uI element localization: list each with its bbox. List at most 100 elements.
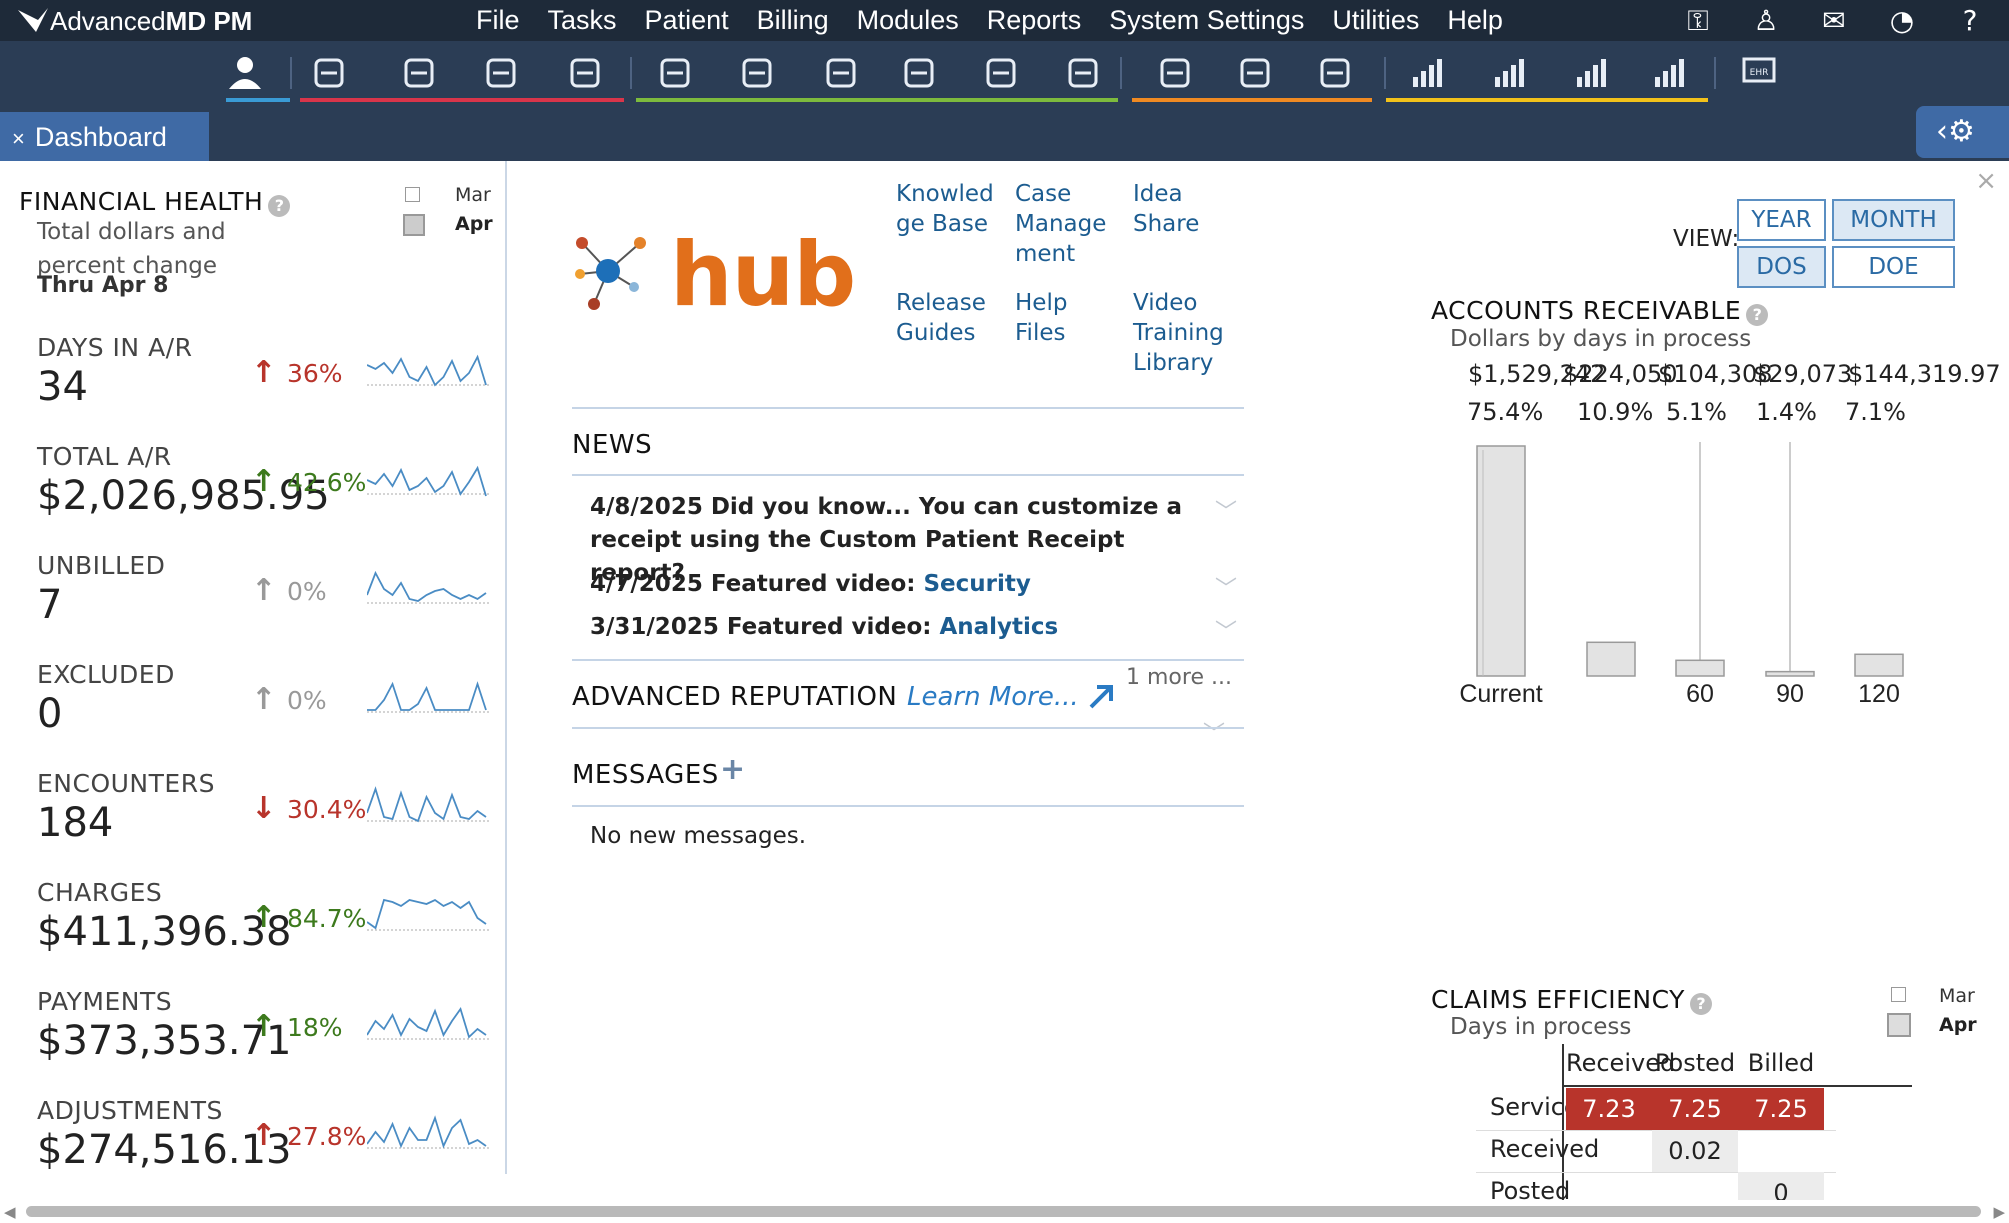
ehr-icon[interactable]: EHR: [1730, 49, 1788, 97]
bar-chart-icon[interactable]: [1398, 49, 1456, 97]
stamp-due-icon[interactable]: [1306, 49, 1364, 97]
metric-days-in-a-r[interactable]: DAYS IN A/R 34 ↑ 36%: [37, 333, 497, 441]
messages-title: MESSAGES: [572, 760, 719, 790]
chart-gear-icon[interactable]: [1640, 49, 1698, 97]
alarm-icon[interactable]: [390, 49, 448, 97]
menu-system-settings[interactable]: System Settings: [1109, 5, 1304, 36]
menu-help[interactable]: Help: [1447, 5, 1503, 36]
chevron-down-icon[interactable]: ﹀: [1215, 494, 1237, 526]
menu-utilities[interactable]: Utilities: [1332, 5, 1419, 36]
key-icon[interactable]: ⚿: [1679, 4, 1717, 38]
metric-unbilled[interactable]: UNBILLED 7 ↑ 0%: [37, 551, 497, 659]
close-icon[interactable]: ×: [1975, 166, 1997, 196]
claims-cell[interactable]: [1566, 1172, 1652, 1200]
mail-icon[interactable]: ✉: [1815, 4, 1853, 38]
arrow-up-icon: ↑: [251, 573, 277, 608]
menu-modules[interactable]: Modules: [857, 5, 959, 36]
hub-link-knowledge-base[interactable]: Knowled ge Base: [896, 179, 996, 239]
news-item[interactable]: 4/7/2025 Featured video: Security: [590, 568, 1210, 601]
legend-mar-swatch: [405, 187, 420, 202]
upload-dollar-icon[interactable]: [812, 49, 870, 97]
search-report-icon[interactable]: [1226, 49, 1284, 97]
arrow-up-icon: ↑: [251, 464, 277, 499]
menu-tasks[interactable]: Tasks: [548, 5, 617, 36]
hub-link-release-guides[interactable]: Release Guides: [896, 288, 996, 348]
view-month-button[interactable]: MONTH: [1832, 199, 1955, 241]
chart-pin-icon[interactable]: [1480, 49, 1538, 97]
toolbar-separator: [1714, 57, 1716, 89]
help-icon[interactable]: ?: [268, 194, 291, 217]
download-dollar-icon[interactable]: [890, 49, 948, 97]
hub-link-help-files[interactable]: Help Files: [1015, 288, 1115, 348]
user-icon[interactable]: ♙: [1747, 4, 1785, 38]
claims-cell[interactable]: [1652, 1172, 1738, 1200]
calendar-icon[interactable]: [300, 49, 358, 97]
user-check-icon[interactable]: [472, 49, 530, 97]
scroll-right-icon[interactable]: ▶: [1993, 1203, 2005, 1221]
claims-cell[interactable]: [1566, 1130, 1652, 1172]
ar-bar[interactable]: [1675, 659, 1725, 677]
metric-charges[interactable]: CHARGES $411,396.38 ↑ 84.7%: [37, 878, 497, 986]
menu-patient[interactable]: Patient: [645, 5, 729, 36]
claims-cell[interactable]: 7.23: [1566, 1088, 1652, 1130]
sign-icon[interactable]: [1146, 49, 1204, 97]
metric-excluded[interactable]: EXCLUDED 0 ↑ 0%: [37, 660, 497, 768]
claims-cell[interactable]: 0: [1738, 1172, 1824, 1200]
claims-cell[interactable]: 7.25: [1652, 1088, 1738, 1130]
tab-close-icon[interactable]: ×: [12, 126, 25, 151]
help-icon[interactable]: ?: [1689, 992, 1712, 1015]
ar-bar[interactable]: [1476, 445, 1526, 677]
horizontal-scrollbar[interactable]: ◀ ▶: [0, 1200, 2009, 1223]
news-item[interactable]: 3/31/2025 Featured video: Analytics: [590, 611, 1210, 644]
doc-search-icon[interactable]: [1054, 49, 1112, 97]
ar-subtitle: Dollars by days in process: [1450, 326, 1752, 352]
ar-bar[interactable]: [1765, 670, 1815, 677]
claims-cell[interactable]: 7.25: [1738, 1088, 1824, 1130]
view-doe-button[interactable]: DOE: [1832, 246, 1955, 288]
menu-file[interactable]: File: [476, 5, 520, 36]
scroll-left-icon[interactable]: ◀: [4, 1203, 16, 1221]
view-dos-button[interactable]: DOS: [1737, 246, 1826, 288]
news-link-analytics[interactable]: Analytics: [939, 614, 1058, 640]
chevron-down-icon[interactable]: ﹀: [1215, 571, 1237, 603]
help-icon[interactable]: ?: [1951, 4, 1989, 38]
ar-bar-chart: Current 60 90 120: [1459, 442, 1904, 708]
metric-payments[interactable]: PAYMENTS $373,353.71 ↑ 18%: [37, 987, 497, 1095]
metric-adjustments[interactable]: ADJUSTMENTS $274,516.13 ↑ 27.8%: [37, 1096, 497, 1204]
hub-link-case-management[interactable]: Case Manage ment: [1015, 179, 1115, 269]
claims-cell[interactable]: [1738, 1130, 1824, 1172]
hub-link-idea-share[interactable]: Idea Share: [1133, 179, 1233, 239]
learn-more-link[interactable]: Learn More...: [907, 682, 1113, 712]
chevron-down-icon[interactable]: ﹀: [1203, 716, 1225, 748]
news-more-link[interactable]: 1 more ...: [1126, 665, 1232, 690]
trend-chart-icon[interactable]: [1562, 49, 1620, 97]
ar-bar[interactable]: [1586, 641, 1636, 677]
chevron-down-icon[interactable]: ﹀: [1215, 614, 1237, 646]
hub-link-video-training[interactable]: Video Training Library: [1133, 288, 1233, 378]
ar-title: ACCOUNTS RECEIVABLE: [1431, 296, 1742, 325]
ar-amount: $144,319.97: [1848, 360, 2001, 388]
settings-gear-button[interactable]: ‹⚙: [1916, 106, 2009, 158]
list-icon[interactable]: [728, 49, 786, 97]
news-link-security[interactable]: Security: [923, 571, 1030, 597]
claims-cell[interactable]: 0.02: [1652, 1130, 1738, 1172]
financial-health-title: FINANCIAL HEALTH: [19, 187, 264, 216]
scrollbar-thumb[interactable]: [26, 1206, 1981, 1217]
tab-dashboard[interactable]: × Dashboard: [0, 112, 209, 161]
metric-percent: 0%: [287, 577, 327, 606]
sparkline: [367, 354, 489, 387]
ar-bar[interactable]: [1854, 653, 1904, 677]
menu-billing[interactable]: Billing: [757, 5, 829, 36]
metric-total-a-r[interactable]: TOTAL A/R $2,026,985.95 ↑ 42.6%: [37, 442, 497, 550]
add-message-icon[interactable]: +: [720, 752, 745, 787]
metric-encounters[interactable]: ENCOUNTERS 184 ↓ 30.4%: [37, 769, 497, 877]
view-year-button[interactable]: YEAR: [1737, 199, 1826, 241]
speed-icon[interactable]: ◔: [1883, 4, 1921, 38]
patient-icon[interactable]: [216, 49, 274, 97]
ledger-icon[interactable]: [646, 49, 704, 97]
clock-icon[interactable]: [972, 49, 1030, 97]
brand-product: MD PM: [165, 6, 253, 36]
phone-icon[interactable]: [556, 49, 614, 97]
menu-reports[interactable]: Reports: [987, 5, 1082, 36]
hub-logo[interactable]: hub: [572, 223, 862, 326]
